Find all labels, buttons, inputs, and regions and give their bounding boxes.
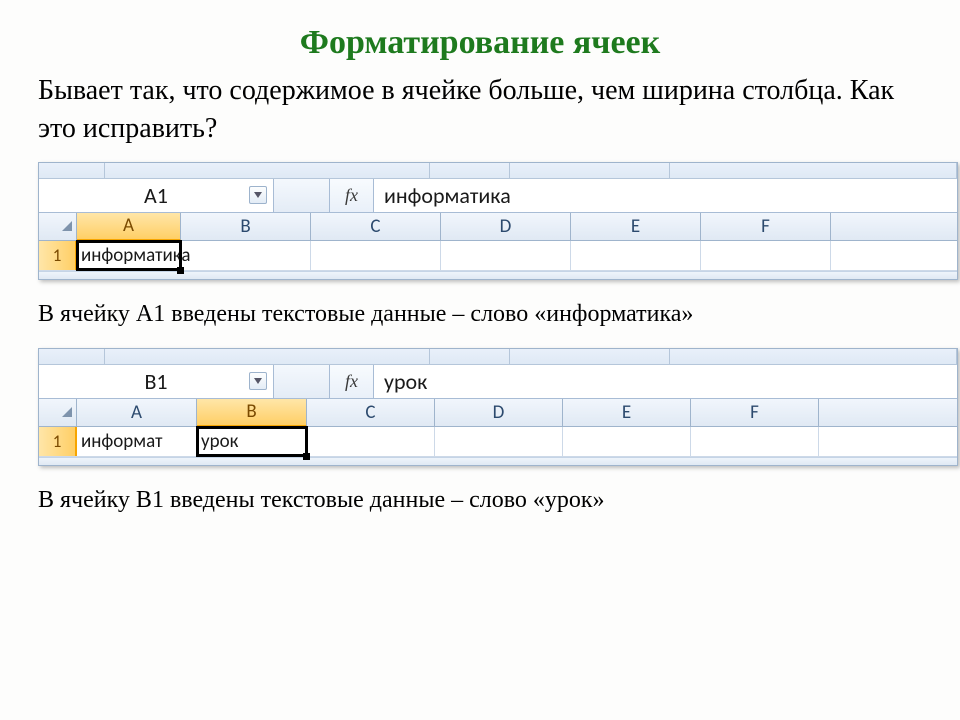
cell-A1-text: информатика xyxy=(81,244,190,267)
col-header-D[interactable]: D xyxy=(441,213,571,240)
col-header-F[interactable]: F xyxy=(691,399,819,426)
formula-bar: B1 fx урок xyxy=(39,365,957,399)
col-header-C[interactable]: C xyxy=(307,399,435,426)
name-box-value: A1 xyxy=(144,182,168,209)
cell-A1-text: информат xyxy=(81,430,163,453)
ribbon-strip xyxy=(39,163,957,179)
cell-F1[interactable] xyxy=(691,427,819,456)
formula-input[interactable]: урок xyxy=(374,365,957,398)
caption-2: В ячейку В1 введены текстовые данные – с… xyxy=(38,484,922,516)
col-header-D[interactable]: D xyxy=(435,399,563,426)
ribbon-strip xyxy=(39,349,957,365)
col-header-B[interactable]: B xyxy=(181,213,311,240)
col-header-E[interactable]: E xyxy=(563,399,691,426)
col-header-E[interactable]: E xyxy=(571,213,701,240)
formula-input[interactable]: информатика xyxy=(374,179,957,212)
formula-bar: A1 fx информатика xyxy=(39,179,957,213)
slide-title: Форматирование ячеек xyxy=(38,24,922,62)
cell-D1[interactable] xyxy=(435,427,563,456)
grid-row-1: 1 информатика xyxy=(39,241,957,271)
col-header-B[interactable]: B xyxy=(197,399,307,427)
cell-E1[interactable] xyxy=(563,427,691,456)
fx-icon: fx xyxy=(345,185,358,206)
insert-function-button[interactable]: fx xyxy=(330,179,374,212)
cell-F1[interactable] xyxy=(701,241,831,270)
cell-C1[interactable] xyxy=(307,427,435,456)
chevron-down-icon[interactable] xyxy=(249,372,267,390)
select-all-corner[interactable] xyxy=(39,399,77,426)
col-header-A[interactable]: A xyxy=(77,399,197,426)
cell-E1[interactable] xyxy=(571,241,701,270)
cell-D1[interactable] xyxy=(441,241,571,270)
cell-A1[interactable]: информат xyxy=(77,427,197,456)
excel-fragment-2: B1 fx урок A B C D E F 1 информат урок xyxy=(38,348,958,466)
select-all-corner[interactable] xyxy=(39,213,77,240)
name-box[interactable]: B1 xyxy=(39,365,274,398)
formula-gap xyxy=(274,365,330,398)
col-header-A[interactable]: A xyxy=(77,213,181,241)
cell-B1[interactable] xyxy=(181,241,311,270)
col-header-C[interactable]: C xyxy=(311,213,441,240)
caption-1: В ячейку А1 введены текстовые данные – с… xyxy=(38,298,922,330)
col-header-F[interactable]: F xyxy=(701,213,831,240)
cell-C1[interactable] xyxy=(311,241,441,270)
fx-icon: fx xyxy=(345,371,358,392)
grid-tail xyxy=(39,457,957,465)
cell-A1[interactable]: информатика xyxy=(77,241,181,270)
formula-gap xyxy=(274,179,330,212)
column-headers: A B C D E F xyxy=(39,213,957,241)
excel-fragment-1: A1 fx информатика A B C D E F 1 информат… xyxy=(38,162,958,280)
cell-B1-text: урок xyxy=(201,430,238,453)
chevron-down-icon[interactable] xyxy=(249,186,267,204)
cell-B1[interactable]: урок xyxy=(197,427,307,456)
row-header-1[interactable]: 1 xyxy=(39,427,77,456)
intro-text: Бывает так, что содержимое в ячейке боль… xyxy=(38,72,922,148)
grid-row-1: 1 информат урок xyxy=(39,427,957,457)
name-box[interactable]: A1 xyxy=(39,179,274,212)
insert-function-button[interactable]: fx xyxy=(330,365,374,398)
column-headers: A B C D E F xyxy=(39,399,957,427)
row-header-1[interactable]: 1 xyxy=(39,241,77,270)
name-box-value: B1 xyxy=(144,368,167,395)
